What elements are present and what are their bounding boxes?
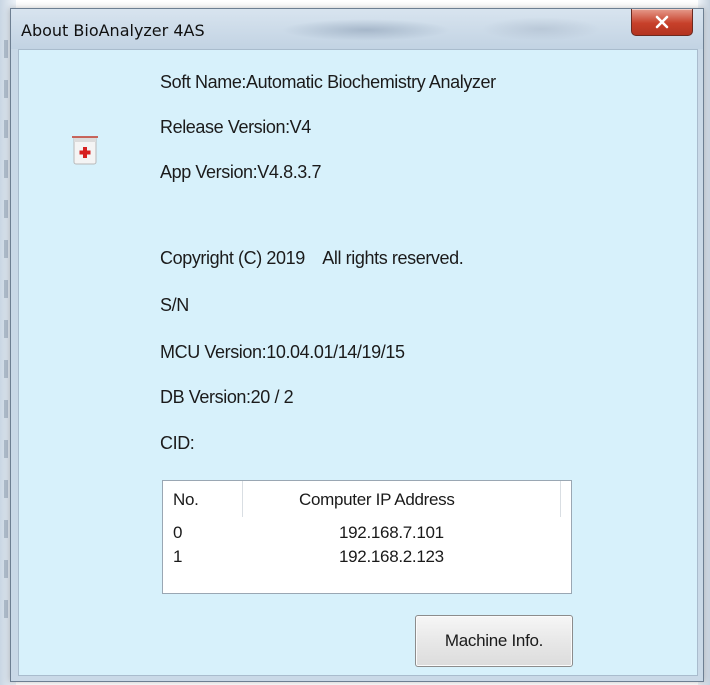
medical-kit-icon	[72, 136, 98, 165]
app-version-label: App Version:V4.8.3.7	[160, 162, 322, 182]
table-cell-no: 1	[173, 547, 183, 566]
release-version-label: Release Version:V4	[160, 117, 311, 137]
title-bar[interactable]: About BioAnalyzer 4AS	[11, 9, 703, 49]
copyright-label: Copyright (C) 2019 All rights reserved.	[160, 248, 464, 268]
table-cell-ip: 192.168.7.101	[339, 523, 444, 542]
window-title: About BioAnalyzer 4AS	[21, 21, 205, 40]
ip-address-table[interactable]: No. Computer IP Address 0 192.168.7.101 …	[162, 480, 572, 594]
table-row[interactable]: 0 192.168.7.101	[163, 521, 571, 545]
machine-info-button[interactable]: Machine Info.	[415, 615, 573, 667]
table-cell-ip: 192.168.2.123	[339, 547, 444, 566]
column-header-label: No.	[173, 490, 199, 509]
column-header-label: Computer IP Address	[299, 490, 455, 509]
close-button[interactable]	[631, 9, 693, 36]
background-blur	[481, 17, 601, 41]
cid-label: CID:	[160, 433, 195, 453]
column-header-no[interactable]: No.	[163, 481, 243, 517]
table-header: No. Computer IP Address	[163, 481, 571, 517]
table-row[interactable]: 1 192.168.2.123	[163, 545, 571, 569]
about-dialog: About BioAnalyzer 4AS Soft Name:Automati…	[10, 8, 704, 682]
mcu-version-label: MCU Version:10.04.01/14/19/15	[160, 342, 405, 362]
close-icon	[655, 15, 669, 29]
background-blur	[281, 19, 451, 41]
db-version-label: DB Version:20 / 2	[160, 387, 294, 407]
soft-name-label: Soft Name:Automatic Biochemistry Analyze…	[160, 72, 496, 92]
table-cell-no: 0	[173, 523, 183, 542]
dialog-content: Soft Name:Automatic Biochemistry Analyze…	[18, 49, 698, 676]
column-header-ip[interactable]: Computer IP Address	[243, 481, 561, 517]
serial-number-label: S/N	[160, 295, 189, 315]
